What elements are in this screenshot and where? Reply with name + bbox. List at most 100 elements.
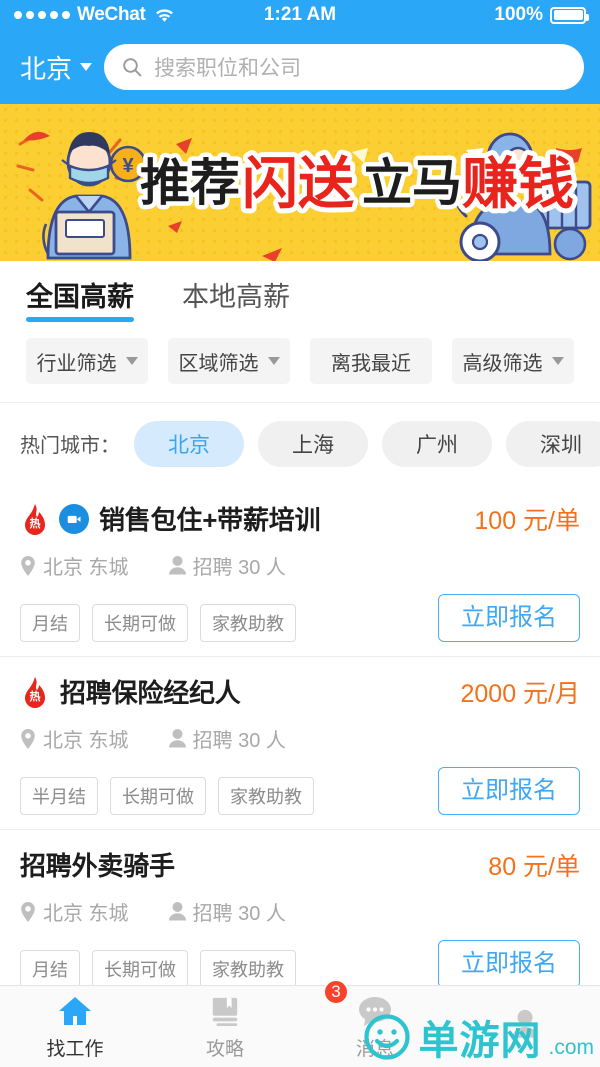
tab-national-high-pay[interactable]: 全国高薪 [26, 275, 134, 322]
search-icon [122, 57, 142, 77]
job-location-label: 北京 东城 [43, 557, 129, 579]
promo-banner[interactable]: ¥ 推荐 推荐 闪送 闪送 立马 立马 赚钱 赚钱 [0, 104, 600, 261]
tabs-and-filters: 全国高薪 本地高薪 行业筛选 区域筛选 离我最近 高级筛选 [0, 261, 600, 402]
city-chip-beijing[interactable]: 北京 [134, 420, 244, 467]
job-tag: 家教助教 [200, 604, 296, 642]
chevron-down-icon [551, 357, 564, 365]
filter-industry[interactable]: 行业筛选 [26, 338, 148, 384]
filter-advanced-label: 高级筛选 [462, 352, 543, 375]
filter-area-label: 区域筛选 [178, 352, 259, 375]
person-icon [168, 556, 186, 575]
message-badge: 3 [323, 979, 349, 1005]
job-meta: 北京 东城 招聘 30 人 [20, 551, 580, 580]
chevron-down-icon [80, 63, 93, 71]
filter-advanced[interactable]: 高级筛选 [452, 338, 574, 384]
job-badges: 热 [20, 503, 89, 535]
hot-cities-label: 热门城市： [20, 435, 120, 457]
tab-local-high-pay[interactable]: 本地高薪 [182, 275, 290, 322]
job-tags: 半月结 长期可做 家教助教 [20, 777, 314, 815]
filter-bar: 行业筛选 区域筛选 离我最近 高级筛选 [0, 322, 600, 402]
filter-industry-label: 行业筛选 [36, 352, 117, 375]
svg-text:¥: ¥ [122, 155, 134, 177]
home-icon [56, 993, 94, 1029]
job-badges: 热 [20, 676, 50, 708]
filter-nearest-label: 离我最近 [331, 352, 411, 375]
job-location: 北京 东城 [20, 897, 129, 926]
chevron-down-icon [125, 357, 138, 365]
job-card-footer: 半月结 长期可做 家教助教 立即报名 [20, 767, 580, 815]
job-card-header: 热 销售包住+带薪培训 100 元/单 [20, 500, 580, 537]
job-tag: 月结 [20, 950, 80, 988]
status-bar: WeChat 1:21 AM 100% [0, 0, 600, 30]
status-bar-right: 100% [494, 4, 589, 26]
nav-item-messages[interactable]: 3 消息 [300, 979, 450, 1067]
job-tag: 月结 [20, 604, 80, 642]
job-card[interactable]: 热 招聘保险经纪人 2000 元/月 北京 东城 招聘 30 人 半月结 长期可… [0, 657, 600, 830]
person-icon [168, 902, 186, 921]
signal-strength-icon [14, 11, 70, 19]
job-card-footer: 月结 长期可做 家教助教 立即报名 [20, 940, 580, 988]
bottom-navigation: 找工作 攻略 3 消息 [0, 979, 600, 1067]
app-header: 北京 搜索职位和公司 [0, 30, 600, 104]
hot-cities-row[interactable]: 热门城市： 北京 上海 广州 深圳 [0, 402, 600, 484]
filter-area[interactable]: 区域筛选 [168, 338, 290, 384]
job-price: 100 元/单 [474, 506, 580, 535]
apply-button[interactable]: 立即报名 [438, 940, 580, 988]
job-tag: 长期可做 [110, 777, 206, 815]
job-location-label: 北京 东城 [43, 730, 129, 752]
status-bar-left: WeChat [14, 4, 174, 26]
search-placeholder: 搜索职位和公司 [154, 57, 302, 80]
svg-text:推荐: 推荐 [140, 155, 240, 211]
location-pin-icon [20, 555, 36, 576]
job-tags: 月结 长期可做 家教助教 [20, 950, 296, 988]
job-card[interactable]: 热 销售包住+带薪培训 100 元/单 北京 东城 招聘 30 人 月结 长期可… [0, 484, 600, 657]
nav-label-messages: 消息 [355, 1038, 394, 1060]
job-tag: 长期可做 [92, 950, 188, 988]
job-tag: 家教助教 [200, 950, 296, 988]
city-chip-shanghai[interactable]: 上海 [258, 420, 368, 467]
svg-text:赚钱: 赚钱 [462, 152, 574, 215]
job-title: 招聘外卖骑手 [20, 851, 175, 881]
city-chip-shenzhen[interactable]: 深圳 [506, 420, 600, 467]
city-chip-guangzhou[interactable]: 广州 [382, 420, 492, 467]
job-meta: 北京 东城 招聘 30 人 [20, 724, 580, 753]
nav-item-profile[interactable] [450, 986, 600, 1067]
job-location: 北京 东城 [20, 724, 129, 753]
filter-nearest[interactable]: 离我最近 [310, 338, 432, 384]
hot-flame-icon: 热 [20, 503, 50, 535]
job-card-footer: 月结 长期可做 家教助教 立即报名 [20, 594, 580, 642]
chevron-down-icon [267, 357, 280, 365]
job-title: 销售包住+带薪培训 [99, 505, 321, 535]
user-avatar-icon [506, 1006, 544, 1042]
job-tag: 家教助教 [218, 777, 314, 815]
apply-button[interactable]: 立即报名 [438, 594, 580, 642]
job-tags: 月结 长期可做 家教助教 [20, 604, 296, 642]
job-title: 招聘保险经纪人 [60, 678, 241, 708]
wifi-icon [155, 8, 174, 23]
job-headcount-label: 招聘 30 人 [192, 730, 286, 752]
svg-text:闪送: 闪送 [242, 152, 354, 215]
apply-button[interactable]: 立即报名 [438, 767, 580, 815]
location-pin-icon [20, 728, 36, 749]
job-card[interactable]: 招聘外卖骑手 80 元/单 北京 东城 招聘 30 人 月结 长期可做 家教助教… [0, 830, 600, 1003]
job-tag: 长期可做 [92, 604, 188, 642]
job-tag: 半月结 [20, 777, 98, 815]
job-card-header: 招聘外卖骑手 80 元/单 [20, 846, 580, 883]
job-headcount: 招聘 30 人 [168, 551, 286, 580]
svg-text:热: 热 [30, 516, 41, 530]
battery-icon [550, 6, 589, 24]
job-list: 热 销售包住+带薪培训 100 元/单 北京 东城 招聘 30 人 月结 长期可… [0, 484, 600, 1003]
hot-flame-icon: 热 [20, 676, 50, 708]
battery-percent-label: 100% [494, 4, 543, 25]
svg-text:热: 热 [30, 689, 41, 703]
job-headcount: 招聘 30 人 [168, 724, 286, 753]
nav-item-find-jobs[interactable]: 找工作 [0, 986, 150, 1067]
city-selector[interactable]: 北京 [20, 49, 93, 86]
job-headcount-label: 招聘 30 人 [192, 557, 286, 579]
job-location: 北京 东城 [20, 551, 129, 580]
svg-text:立马: 立马 [362, 155, 462, 211]
job-location-label: 北京 东城 [43, 903, 129, 925]
search-input[interactable]: 搜索职位和公司 [104, 44, 584, 90]
nav-item-guide[interactable]: 攻略 [150, 986, 300, 1067]
carrier-label: WeChat [77, 4, 146, 25]
